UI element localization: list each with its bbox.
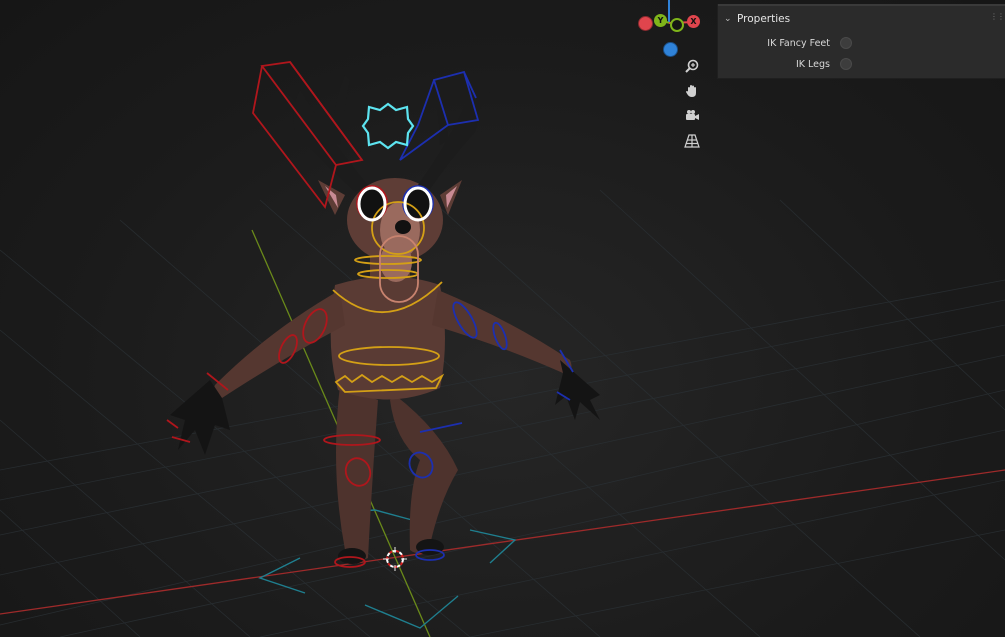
navigation-gizmo[interactable]: Y X — [636, 0, 706, 60]
zoom-icon[interactable] — [681, 56, 703, 78]
prop-row-ik-fancy-feet: IK Fancy Feet — [718, 35, 1005, 51]
drag-grip-icon[interactable]: ⋮⋮⋮⋮ — [990, 13, 1005, 23]
ik-fancy-feet-checkbox[interactable] — [840, 37, 852, 49]
prop-label: IK Fancy Feet — [767, 37, 830, 49]
viewport-scene[interactable] — [0, 0, 1005, 637]
gizmo-x-negative[interactable] — [638, 16, 653, 31]
panel-top-border — [718, 4, 1005, 6]
gizmo-z-center[interactable] — [670, 18, 684, 32]
ik-legs-checkbox[interactable] — [840, 58, 852, 70]
3d-viewport[interactable]: Y X ⌄ Properties ⋮⋮⋮⋮ IK Fancy Feet IK L… — [0, 0, 1005, 637]
properties-panel-header[interactable]: ⌄ Properties ⋮⋮⋮⋮ — [718, 10, 1005, 28]
gizmo-z-negative[interactable] — [663, 42, 678, 57]
panel-title: Properties — [737, 13, 791, 25]
prop-row-ik-legs: IK Legs — [718, 56, 1005, 72]
gizmo-y-positive[interactable]: Y — [654, 14, 667, 27]
chevron-down-icon[interactable]: ⌄ — [724, 14, 734, 24]
pan-hand-icon[interactable] — [681, 80, 703, 102]
3d-cursor[interactable] — [383, 547, 407, 571]
gizmo-x-positive[interactable]: X — [687, 15, 700, 28]
prop-label: IK Legs — [795, 58, 830, 70]
camera-view-icon[interactable] — [681, 105, 703, 127]
perspective-grid-icon[interactable] — [681, 130, 703, 152]
ground-grid — [0, 189, 1005, 637]
properties-panel: ⌄ Properties ⋮⋮⋮⋮ IK Fancy Feet IK Legs — [717, 4, 1005, 79]
